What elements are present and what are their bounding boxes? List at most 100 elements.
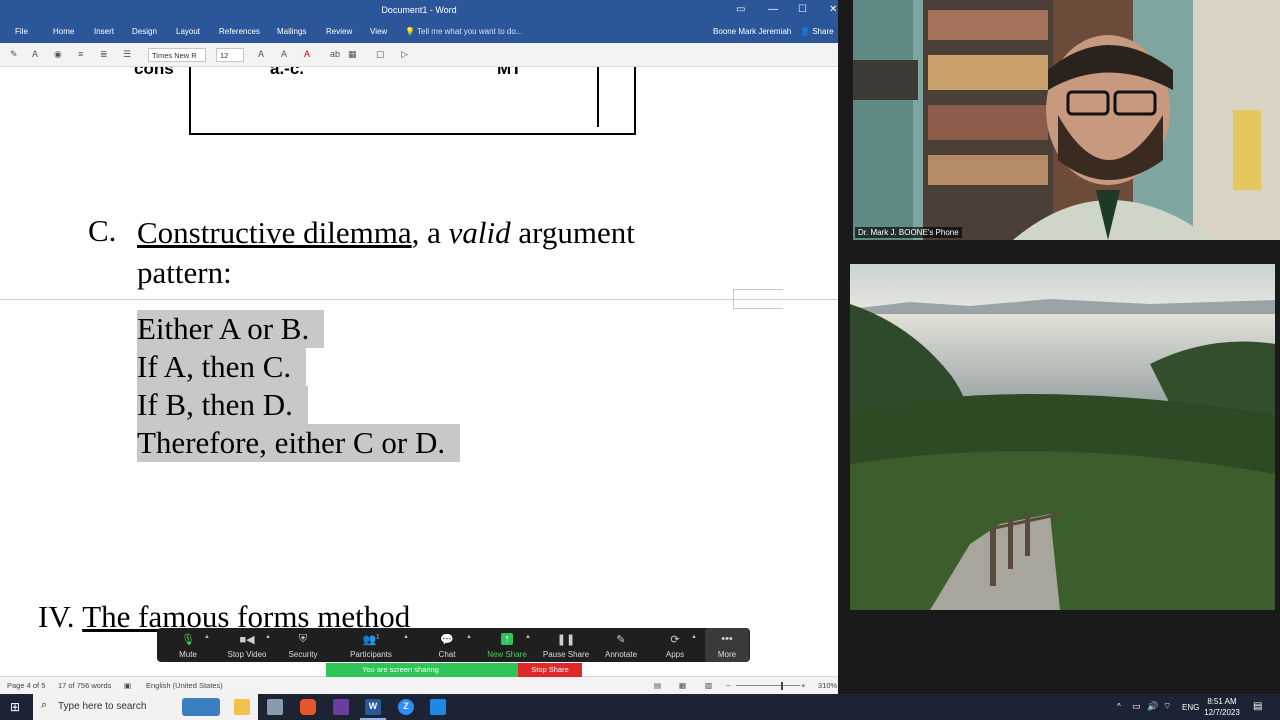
word-count[interactable]: 17 of 756 words xyxy=(58,681,111,690)
tab-view[interactable]: View xyxy=(370,27,387,36)
truth-table xyxy=(189,67,636,135)
zoom-level[interactable]: 310% xyxy=(818,681,837,690)
sticky-note-icon[interactable]: ▷ xyxy=(401,49,408,60)
zoom-out-icon[interactable]: − xyxy=(726,681,730,690)
mute-label: Mute xyxy=(179,650,197,659)
search-placeholder: Type here to search xyxy=(58,701,147,712)
chevron-up-icon[interactable]: ▲ xyxy=(204,634,210,640)
increase-font-icon[interactable]: A xyxy=(281,49,287,59)
chat-label: Chat xyxy=(438,650,456,659)
table-icon[interactable]: ▦ xyxy=(348,49,357,60)
person-icon: 👤 xyxy=(800,27,810,36)
word-app-icon[interactable]: W xyxy=(365,699,381,715)
system-clock[interactable]: 8:51 AM 12/7/2023 xyxy=(1200,696,1244,718)
bullets-icon[interactable]: ☰ xyxy=(123,49,131,60)
security-button[interactable]: ⛨ Security xyxy=(273,628,333,662)
font-name-select[interactable]: Times New R xyxy=(148,48,206,62)
close-icon[interactable]: ✕ xyxy=(829,4,837,15)
tab-insert[interactable]: Insert xyxy=(94,27,114,36)
styles-icon[interactable]: ◉ xyxy=(54,49,62,60)
tab-design[interactable]: Design xyxy=(132,27,157,36)
argument-line: If B, then D. xyxy=(137,386,308,424)
news-widget-icon[interactable] xyxy=(182,698,220,716)
security-label: Security xyxy=(288,650,318,659)
snipping-tool-icon[interactable] xyxy=(267,699,283,715)
tab-home[interactable]: Home xyxy=(53,27,74,36)
chevron-up-icon[interactable]: ^ xyxy=(1117,702,1121,711)
word-window: Document1 - Word ▭ — ☐ ✕ File Home Inser… xyxy=(0,0,838,694)
section-c-mid: , a xyxy=(411,215,449,250)
zoom-slider-thumb[interactable] xyxy=(781,682,783,690)
minimize-icon[interactable]: — xyxy=(768,4,778,15)
web-layout-icon[interactable]: ▧ xyxy=(705,681,712,690)
title-bar: Document1 - Word ▭ — ☐ ✕ xyxy=(0,0,838,22)
tab-references[interactable]: References xyxy=(219,27,260,36)
participants-button[interactable]: 👥1 Participants xyxy=(341,628,401,662)
wifi-icon[interactable]: ⌔ xyxy=(1163,701,1171,712)
search-icon: ⌕ xyxy=(41,699,48,711)
tell-me-box[interactable]: 💡 Tell me what you want to do... xyxy=(405,27,522,36)
section-c-marker: C. xyxy=(88,213,117,248)
pause-share-button[interactable]: ❚❚ Pause Share xyxy=(536,628,596,662)
font-color-icon[interactable]: A xyxy=(304,49,310,59)
apps-label: Apps xyxy=(665,650,685,659)
tab-layout[interactable]: Layout xyxy=(176,27,200,36)
clear-format-icon[interactable]: A xyxy=(32,49,38,59)
media-app-icon[interactable] xyxy=(333,699,349,715)
pause-icon: ❚❚ xyxy=(556,634,576,646)
sharing-indicator[interactable]: You are screen sharing xyxy=(326,663,518,677)
paint-app-icon[interactable] xyxy=(430,699,446,715)
table-fragment: cons xyxy=(134,67,174,78)
stop-video-label: Stop Video xyxy=(227,650,267,659)
strikethrough-icon[interactable]: ab xyxy=(330,49,340,59)
chevron-up-icon[interactable]: ▲ xyxy=(525,634,531,640)
tab-file[interactable]: File xyxy=(15,27,28,36)
font-size-select[interactable]: 12 xyxy=(216,48,244,62)
user-name[interactable]: Boone Mark Jeremiah xyxy=(713,27,791,36)
tab-mailings[interactable]: Mailings xyxy=(277,27,306,36)
video-panel: Dr. Mark J. BOONE's Phone xyxy=(838,0,1280,694)
more-icon: ••• xyxy=(721,633,733,645)
document-page[interactable]: cons a.-c. MT C. Constructive dilemma, a… xyxy=(0,67,838,676)
zoom-in-icon[interactable]: + xyxy=(801,681,805,690)
decrease-font-icon[interactable]: A xyxy=(258,49,264,59)
annotate-button[interactable]: ✎ Annotate xyxy=(591,628,651,662)
network-icon[interactable]: ▭ xyxy=(1132,701,1141,712)
language-indicator[interactable]: ENG xyxy=(1182,703,1199,712)
participant-count: 1 xyxy=(376,634,380,641)
zoom-slider[interactable] xyxy=(736,685,800,686)
windows-start-icon[interactable]: ⊞ xyxy=(10,700,20,714)
language-label[interactable]: English (United States) xyxy=(146,681,223,690)
align-left-icon[interactable]: ≣ xyxy=(100,49,108,60)
chevron-up-icon[interactable]: ▲ xyxy=(265,634,271,640)
print-layout-icon[interactable]: ▦ xyxy=(679,681,686,690)
page-count[interactable]: Page 4 of 5 xyxy=(7,681,45,690)
zoom-app-icon[interactable]: Z xyxy=(398,699,414,715)
table-divider xyxy=(597,67,599,127)
volume-icon[interactable]: 🔊 xyxy=(1147,701,1158,712)
chevron-up-icon[interactable]: ▲ xyxy=(403,634,409,640)
share-button[interactable]: 👤 Share xyxy=(800,27,834,36)
landscape-image xyxy=(850,264,1275,610)
ribbon-display-icon[interactable]: ▭ xyxy=(736,4,745,15)
more-button[interactable]: ••• More xyxy=(705,628,749,662)
format-painter-icon[interactable]: ✎ xyxy=(10,49,18,60)
maximize-icon[interactable]: ☐ xyxy=(798,4,807,15)
argument-line: Therefore, either C or D. xyxy=(137,424,461,462)
file-explorer-icon[interactable] xyxy=(234,699,250,715)
proofing-icon[interactable]: ▣ xyxy=(124,681,131,690)
taskbar-search[interactable]: ⌕ Type here to search xyxy=(33,694,258,720)
align-center-icon[interactable]: ≡ xyxy=(78,49,83,59)
webcam-image xyxy=(853,0,1280,240)
stop-share-button[interactable]: Stop Share xyxy=(518,663,582,677)
chevron-up-icon[interactable]: ▲ xyxy=(691,634,697,640)
tab-review[interactable]: Review xyxy=(326,27,352,36)
comment-icon[interactable]: ▢ xyxy=(376,49,385,60)
brave-browser-icon[interactable] xyxy=(300,699,316,715)
font-name-value: Times New R xyxy=(152,51,197,60)
read-mode-icon[interactable]: ▤ xyxy=(654,681,661,690)
chevron-up-icon[interactable]: ▲ xyxy=(466,634,472,640)
annotate-label: Annotate xyxy=(604,650,638,659)
notifications-icon[interactable]: ▤ xyxy=(1253,701,1262,712)
participant-video[interactable]: Dr. Mark J. BOONE's Phone xyxy=(853,0,1280,240)
